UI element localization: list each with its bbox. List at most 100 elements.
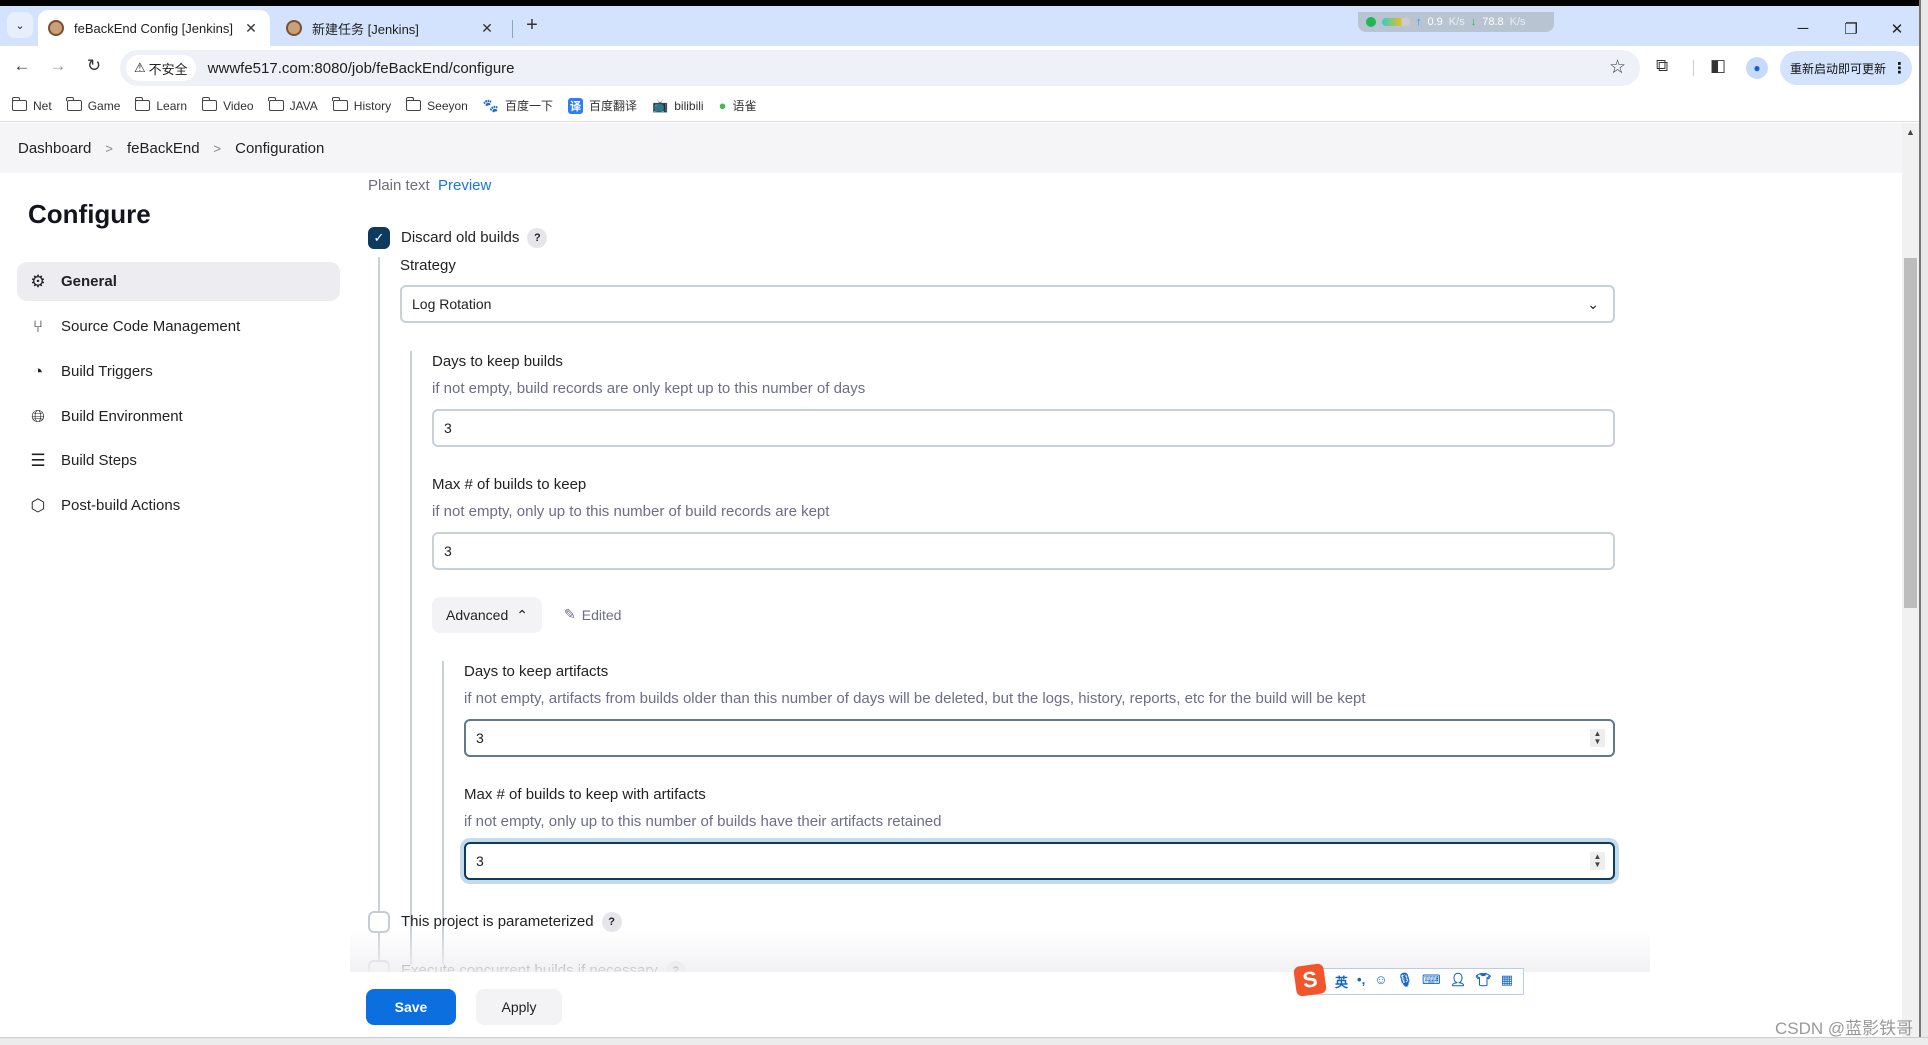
omnibox[interactable]: ⚠ 不安全 wwwfe517.com:8080/job/feBackEnd/co… bbox=[120, 50, 1640, 86]
artifact-max-input[interactable]: 3 ▲ ▼ bbox=[464, 842, 1615, 880]
network-monitor: ↑ 0.9 K/s ↓ 78.8 K/s bbox=[1358, 12, 1554, 32]
apps-grid-icon[interactable]: ▦ bbox=[1501, 972, 1513, 991]
days-to-keep-help: if not empty, build records are only kep… bbox=[432, 380, 866, 397]
sidebar-item-source-code-management[interactable]: ⑂ Source Code Management bbox=[17, 307, 340, 346]
max-builds-input[interactable]: 3 bbox=[432, 532, 1615, 570]
keyboard-icon[interactable]: ⌨ bbox=[1422, 972, 1441, 991]
gear-icon: ⚙ bbox=[30, 271, 46, 291]
toolbar-divider bbox=[1693, 60, 1694, 76]
download-unit: K/s bbox=[1509, 16, 1526, 28]
help-icon[interactable]: ? bbox=[527, 228, 548, 248]
restore-button[interactable]: ❐ bbox=[1836, 20, 1866, 38]
bookmark-item[interactable]: History bbox=[332, 97, 391, 113]
security-indicator[interactable]: ⚠ 不安全 bbox=[126, 55, 196, 81]
breadcrumb-dashboard[interactable]: Dashboard bbox=[18, 140, 91, 157]
bookmark-label: Learn bbox=[156, 98, 188, 113]
breadcrumb-configuration[interactable]: Configuration bbox=[235, 140, 324, 157]
side-panel-icon[interactable]: ◧ bbox=[1710, 56, 1726, 76]
close-icon[interactable]: ✕ bbox=[478, 20, 496, 37]
url-text[interactable]: wwwfe517.com:8080/job/feBackEnd/configur… bbox=[208, 60, 515, 77]
upload-arrow-icon: ↑ bbox=[1416, 16, 1422, 28]
update-button[interactable]: 重新启动即可更新 ⋮ bbox=[1780, 51, 1912, 85]
bookmarks-bar: Net Game Learn Video JAVA History Seeyon… bbox=[0, 90, 1928, 122]
page-scrollbar[interactable]: ▲ bbox=[1902, 123, 1919, 1037]
yuque-icon: ● bbox=[718, 98, 727, 113]
user-icon[interactable]: 👤︎ bbox=[1450, 972, 1467, 991]
pencil-icon: ✎ bbox=[564, 606, 576, 622]
list-icon: ☰ bbox=[30, 450, 46, 470]
download-arrow-icon: ↓ bbox=[1470, 16, 1477, 28]
sidebar-item-build-steps[interactable]: ☰ Build Steps bbox=[17, 441, 340, 480]
forward-button[interactable]: → bbox=[46, 56, 70, 76]
discard-old-builds-checkbox[interactable]: ✓ bbox=[368, 227, 390, 249]
background-window-edge bbox=[1919, 0, 1928, 1045]
preview-link[interactable]: Preview bbox=[438, 177, 491, 194]
skin-icon[interactable]: 👕︎ bbox=[1475, 972, 1492, 991]
sidebar-item-build-triggers[interactable]: ◔ Build Triggers bbox=[17, 352, 340, 391]
scrollbar-thumb[interactable] bbox=[1904, 258, 1917, 608]
update-label: 重新启动即可更新 bbox=[1790, 61, 1887, 76]
help-icon[interactable]: ? bbox=[601, 912, 622, 932]
globe-icon: 🌐︎ bbox=[31, 406, 45, 426]
tab-active[interactable]: feBackEnd Config [Jenkins] ✕ bbox=[38, 10, 270, 46]
sidebar-item-post-build-actions[interactable]: ⬡ Post-build Actions bbox=[17, 486, 340, 525]
folder-icon bbox=[201, 97, 218, 111]
reload-button[interactable]: ↻ bbox=[82, 56, 106, 76]
chevron-right-icon: > bbox=[105, 140, 113, 156]
breadcrumb-job[interactable]: feBackEnd bbox=[127, 140, 200, 157]
folder-icon bbox=[11, 97, 27, 111]
sidebar-item-general[interactable]: ⚙ General bbox=[17, 262, 340, 301]
apply-button[interactable]: Apply bbox=[476, 989, 562, 1025]
back-button[interactable]: ← bbox=[10, 56, 34, 76]
sogou-logo-icon[interactable]: S bbox=[1293, 963, 1327, 997]
extensions-icon[interactable]: ⧉ bbox=[1656, 56, 1668, 76]
checkmark-icon: ✓ bbox=[373, 230, 385, 245]
ime-language-toggle[interactable]: 英 bbox=[1335, 972, 1348, 991]
config-form: Plain text Preview ✓ Discard old builds?… bbox=[350, 173, 1902, 973]
tab-inactive[interactable]: 新建任务 [Jenkins] ✕ bbox=[276, 10, 506, 46]
bookmark-item[interactable]: Seeyon bbox=[405, 97, 468, 113]
profile-avatar[interactable]: ● bbox=[1746, 57, 1768, 79]
strategy-select[interactable]: Log Rotation ⌄ bbox=[400, 285, 1615, 323]
max-builds-label: Max # of builds to keep bbox=[432, 476, 587, 493]
save-button[interactable]: Save bbox=[366, 989, 456, 1025]
scroll-up-arrow-icon[interactable]: ▲ bbox=[1906, 127, 1915, 137]
bookmark-item[interactable]: ● 语雀 bbox=[719, 97, 757, 114]
bookmark-item[interactable]: Video bbox=[201, 97, 254, 113]
number-spinner[interactable]: ▲ ▼ bbox=[1590, 852, 1605, 870]
bookmark-item[interactable]: 📺 bilibili bbox=[652, 98, 704, 114]
upload-unit: K/s bbox=[1448, 16, 1465, 28]
microphone-icon[interactable]: 🎙︎ bbox=[1396, 972, 1413, 991]
minimize-button[interactable]: ─ bbox=[1788, 20, 1818, 37]
plain-text-label: Plain text bbox=[368, 177, 430, 194]
bookmark-item[interactable]: Learn bbox=[134, 97, 188, 113]
bookmark-item[interactable]: 🐾 百度一下 bbox=[483, 97, 553, 114]
package-icon: ⬡ bbox=[30, 495, 46, 515]
emoji-icon[interactable]: ☺ bbox=[1374, 972, 1387, 991]
artifact-days-label: Days to keep artifacts bbox=[464, 663, 609, 680]
artifact-days-input[interactable]: 3 ▲ ▼ bbox=[464, 719, 1615, 757]
edited-indicator: ✎ Edited bbox=[564, 606, 621, 623]
bookmark-label: bilibili bbox=[674, 98, 704, 113]
security-label: 不安全 bbox=[148, 61, 188, 77]
window-close-button[interactable]: ✕ bbox=[1882, 20, 1912, 38]
ime-punctuation-toggle[interactable]: •, bbox=[1357, 972, 1365, 991]
sidebar-item-build-environment[interactable]: 🌐︎ Build Environment bbox=[17, 397, 340, 436]
tab-search-button[interactable]: ⌄ bbox=[7, 12, 33, 38]
bookmark-item[interactable]: JAVA bbox=[268, 97, 318, 113]
bookmark-star-icon[interactable]: ☆ bbox=[1609, 56, 1626, 79]
bookmark-item[interactable]: Game bbox=[66, 97, 120, 113]
folder-icon bbox=[268, 97, 284, 111]
close-icon[interactable]: ✕ bbox=[242, 20, 260, 37]
bookmark-item[interactable]: 译百度翻译 bbox=[568, 97, 637, 114]
sidebar-item-label: Build Environment bbox=[61, 408, 183, 425]
days-to-keep-input[interactable]: 3 bbox=[432, 409, 1615, 447]
tab-title: feBackEnd Config [Jenkins] bbox=[74, 20, 233, 36]
bookmark-item[interactable]: Net bbox=[11, 97, 52, 113]
advanced-toggle-button[interactable]: Advanced ⌃ bbox=[432, 597, 542, 633]
number-spinner[interactable]: ▲ ▼ bbox=[1590, 729, 1605, 747]
translate-icon: 译 bbox=[568, 97, 584, 114]
more-menu-icon[interactable]: ⋮ bbox=[1892, 59, 1907, 77]
new-tab-button[interactable]: + bbox=[520, 14, 544, 37]
artifact-max-label: Max # of builds to keep with artifacts bbox=[464, 786, 706, 803]
